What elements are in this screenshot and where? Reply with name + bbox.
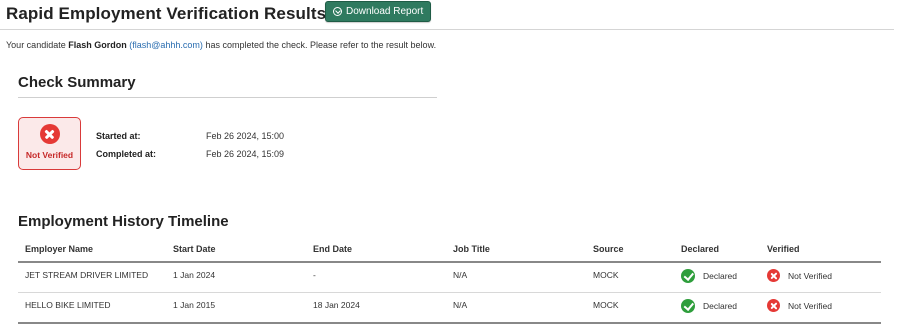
completed-at-value: Feb 26 2024, 15:09 <box>206 149 285 159</box>
x-circle-icon <box>767 269 780 282</box>
check-summary-divider <box>18 97 437 98</box>
header-divider <box>0 29 894 30</box>
overall-status-label: Not Verified <box>25 150 74 160</box>
check-circle-icon <box>681 299 695 313</box>
declared-cell: Declared <box>681 269 737 283</box>
column-header-end-date: End Date <box>313 244 353 254</box>
candidate-name: Flash Gordon <box>68 40 127 50</box>
job-title-cell: N/A <box>453 270 468 280</box>
check-circle-icon <box>681 269 695 283</box>
employer-name-cell: JET STREAM DRIVER LIMITED <box>25 270 149 280</box>
completed-at-label: Completed at: <box>96 149 157 159</box>
verified-label: Not Verified <box>788 300 832 311</box>
overall-status-badge: Not Verified <box>18 117 81 170</box>
started-at-value: Feb 26 2024, 15:00 <box>206 131 285 141</box>
started-at-label: Started at: <box>96 131 141 141</box>
employment-history-title: Employment History Timeline <box>18 213 229 230</box>
candidate-email-link[interactable]: (flash@ahhh.com) <box>129 40 203 50</box>
intro-suffix: has completed the check. Please refer to… <box>205 40 437 50</box>
column-header-verified: Verified <box>767 244 800 254</box>
intro-text: Your candidate Flash Gordon (flash@ahhh.… <box>6 40 436 50</box>
start-date-cell: 1 Jan 2015 <box>173 300 216 310</box>
verified-cell: Not Verified <box>767 299 832 312</box>
download-report-button[interactable]: Download Report <box>325 1 432 22</box>
column-header-source: Source <box>593 244 624 254</box>
table-header-divider <box>18 261 881 263</box>
page-title: Rapid Employment Verification Results <box>6 4 327 23</box>
source-cell: MOCK <box>593 270 619 280</box>
verified-label: Not Verified <box>788 270 832 281</box>
end-date-cell: - <box>313 270 316 280</box>
column-header-start-date: Start Date <box>173 244 216 254</box>
source-cell: MOCK <box>593 300 619 310</box>
table-bottom-divider <box>18 322 881 324</box>
end-date-cell: 18 Jan 2024 <box>313 300 360 310</box>
verified-cell: Not Verified <box>767 269 832 282</box>
check-summary-title: Check Summary <box>18 74 136 91</box>
start-date-cell: 1 Jan 2024 <box>173 270 216 280</box>
x-circle-icon <box>767 299 780 312</box>
declared-label: Declared <box>703 301 738 311</box>
column-header-employer-name: Employer Name <box>25 244 94 254</box>
declared-label: Declared <box>703 271 738 281</box>
intro-prefix: Your candidate <box>6 40 66 50</box>
download-report-label: Download Report <box>346 6 424 17</box>
column-header-job-title: Job Title <box>453 244 490 254</box>
x-circle-icon <box>39 124 60 144</box>
column-header-declared: Declared <box>681 244 720 254</box>
row-divider <box>18 292 881 293</box>
employer-name-cell: HELLO BIKE LIMITED <box>25 300 111 310</box>
declared-cell: Declared <box>681 299 737 313</box>
download-icon <box>333 7 342 16</box>
job-title-cell: N/A <box>453 300 468 310</box>
